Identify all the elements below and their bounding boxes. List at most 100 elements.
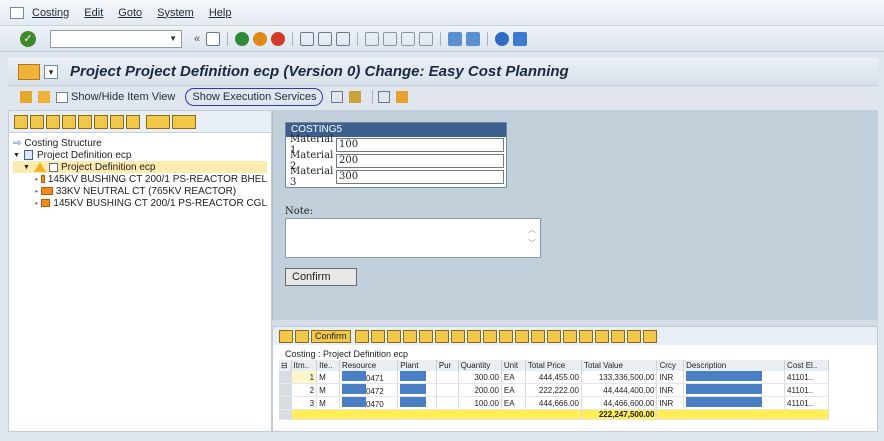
display-icon[interactable] [279,329,293,343]
cell-itm[interactable]: 1 [291,371,318,384]
col-itm[interactable]: Itm.. [291,360,318,371]
layout-menu-icon[interactable] [513,31,528,46]
search-icon[interactable] [402,329,417,343]
table-row[interactable]: 3 M 0470 100.00 EA 444,666.00 44,466,600… [279,396,829,410]
tree-root[interactable]: ⇨ Costing Structure [13,137,267,149]
row-selector[interactable] [279,396,292,410]
col-quantity[interactable]: Quantity [458,360,502,371]
col-total-value[interactable]: Total Value [581,360,658,371]
tree-selected-item[interactable]: ▼ Project Definition ecp [13,161,267,173]
cell-quantity[interactable]: 200.00 [458,383,502,397]
undo-icon[interactable] [418,329,433,343]
cell-cost-element[interactable]: 41101.. [784,383,829,397]
exit-icon[interactable] [253,31,268,46]
cell-description[interactable] [683,396,786,410]
cell-quantity[interactable]: 300.00 [458,371,502,384]
col-description[interactable]: Description [683,360,786,371]
command-field[interactable]: ▼ [50,29,182,48]
print-icon[interactable] [300,31,315,46]
cell-itm[interactable]: 3 [291,396,318,410]
chart-icon[interactable] [386,329,401,343]
note-textarea[interactable]: ︿ ﹀ [285,218,541,258]
tree-item[interactable]: • 145KV BUSHING CT 200/1 PS-REACTOR BHEL [13,173,267,185]
paste-icon[interactable] [450,329,465,343]
cell-crcy[interactable]: INR [656,371,685,384]
row-selector[interactable] [279,371,292,384]
confirm-mini-button[interactable]: Confirm [311,329,351,343]
cell-unit[interactable]: EA [501,396,526,410]
screen-icon[interactable] [18,63,40,80]
view-icon[interactable] [578,329,593,343]
cell-cost-element[interactable]: 41101.. [784,396,829,410]
col-cost-element[interactable]: Cost El.. [784,360,829,371]
cell-unit[interactable]: EA [501,371,526,384]
new-session-icon[interactable] [448,31,463,46]
show-execution-services-button[interactable]: Show Execution Services [185,88,324,106]
info-icon[interactable] [642,329,657,343]
row-selector[interactable] [279,383,292,397]
table-dropdown-icon[interactable] [172,114,196,129]
cell-quantity[interactable]: 100.00 [458,396,502,410]
cell-total-price[interactable]: 444,666.00 [525,396,582,410]
cell-unit[interactable]: EA [501,383,526,397]
menu-costing[interactable]: Costing [32,7,69,19]
find-icon[interactable] [318,31,333,46]
insert-icon[interactable] [46,114,60,129]
col-pur[interactable]: Pur [436,360,459,371]
first-page-icon[interactable] [365,31,380,46]
find-icon[interactable] [349,91,362,103]
material-2-input[interactable]: 200 [336,154,504,168]
show-hide-item-view-button[interactable]: Show/Hide Item View [56,91,175,103]
menu-edit[interactable]: Edit [84,7,103,19]
sort-icon[interactable] [498,329,513,343]
graphic-icon[interactable] [626,329,641,343]
sum-icon[interactable] [530,329,545,343]
copy-icon[interactable] [78,114,92,129]
cell-total-value[interactable]: 44,444,400.00 [581,383,658,397]
print-icon[interactable] [562,329,577,343]
table-row[interactable]: 2 M 0472 200.00 EA 222,222.00 44,444,400… [279,383,829,397]
cell-itm[interactable]: 2 [291,383,318,397]
cell-total-price[interactable]: 222,222.00 [525,383,582,397]
layout-icon[interactable] [378,91,391,103]
expand-triangle-icon[interactable]: ▼ [13,152,21,159]
menu-goto[interactable]: Goto [118,7,142,19]
chevron-down-icon[interactable]: ▼ [169,34,177,43]
cell-resource[interactable]: 0470 [339,396,399,410]
tree-item[interactable]: • 145KV BUSHING CT 200/1 PS-REACTOR CGL [13,197,267,209]
menu-system[interactable]: System [157,7,194,19]
cell-plant[interactable] [397,396,437,410]
info-icon[interactable] [295,329,309,343]
previous-page-icon[interactable] [383,31,398,46]
cell-crcy[interactable]: INR [656,383,685,397]
tree-item[interactable]: • 33KV NEUTRAL CT (765KV REACTOR) [13,185,267,197]
structure-icon[interactable] [20,91,32,103]
col-unit[interactable]: Unit [501,360,526,371]
cancel-icon[interactable] [271,31,286,46]
delete-row-icon[interactable] [482,329,497,343]
notes-icon[interactable] [396,91,409,103]
cell-pur[interactable] [436,396,459,410]
save-icon[interactable] [206,31,221,46]
scroll-arrows-icon[interactable]: ︿ ﹀ [528,223,536,251]
shortcut-icon[interactable] [466,31,481,46]
cell-description[interactable] [683,371,786,384]
help-icon[interactable] [495,31,510,46]
expand-icon[interactable] [14,114,28,129]
last-page-icon[interactable] [419,31,434,46]
cell-resource[interactable]: 0472 [339,383,399,397]
copy-icon[interactable] [434,329,449,343]
delete-icon[interactable] [62,114,76,129]
cell-pur[interactable] [436,383,459,397]
grid-icon[interactable] [370,329,385,343]
cell-total-value[interactable]: 44,466,600.00 [581,396,658,410]
folder-icon[interactable] [38,91,50,103]
expand-triangle-icon[interactable]: ▼ [23,164,31,171]
back-icon[interactable] [235,31,250,46]
enter-check-icon[interactable]: ✓ [20,30,36,47]
col-total-price[interactable]: Total Price [525,360,582,371]
col-plant[interactable]: Plant [397,360,437,371]
details-icon[interactable] [126,114,140,129]
subtotal-icon[interactable] [546,329,561,343]
print-dropdown-icon[interactable] [146,114,170,129]
